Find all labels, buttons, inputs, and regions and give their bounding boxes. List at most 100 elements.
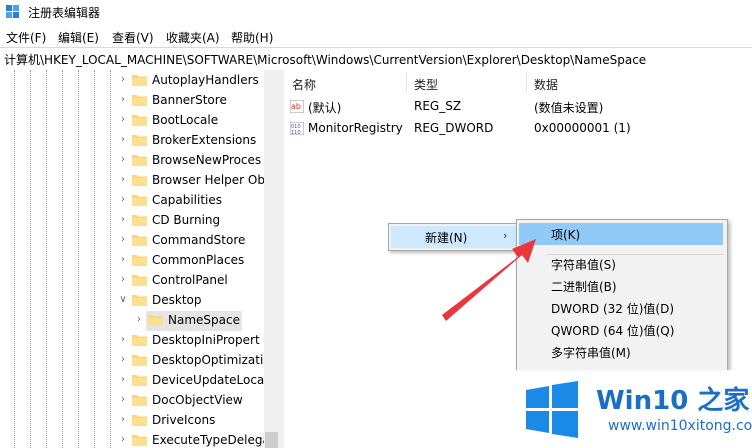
address-path[interactable]: 计算机\HKEY_LOCAL_MACHINE\SOFTWARE\Microsof… [4,51,646,68]
tree-item-label: CD Burning [152,213,221,227]
tree-item[interactable]: › CD Burning [0,211,265,231]
tree-item[interactable]: › NameSpace [0,311,265,331]
chevron-right-icon[interactable]: › [118,374,128,386]
watermark-url: www.win10xitong.com [608,418,752,434]
title-bar: 注册表编辑器 [0,0,752,24]
chevron-right-icon[interactable]: › [118,154,128,166]
tree-item-label: DeviceUpdateLoca [152,373,265,387]
tree-item-label: DriveIcons [152,413,216,427]
column-header-name[interactable]: 名称 [292,76,316,93]
svg-text:110: 110 [291,130,301,135]
chevron-right-icon[interactable]: › [118,214,128,226]
tree-item-label: AutoplayHandlers [152,73,259,87]
tree-item[interactable]: › AutoplayHandlers [0,71,265,91]
submenu-item-qword[interactable]: QWORD (64 位)值(Q) [519,319,723,341]
windows-logo-icon [526,381,578,438]
value-name: MonitorRegistry [308,121,403,135]
folder-icon [132,435,147,446]
menu-view[interactable]: 查看(V) [112,29,154,46]
submenu-item-label: 项(K) [551,228,581,242]
chevron-right-icon[interactable]: › [118,194,128,206]
new-submenu: 项(K) 字符串值(S) 二进制值(B) DWORD (32 位)值(D) QW… [516,219,728,371]
tree-item-label: ExecuteTypeDelega [152,433,265,447]
folder-icon [148,315,163,326]
red-arrow-annotation [442,239,536,321]
chevron-right-icon[interactable]: › [134,314,144,326]
submenu-item-binary[interactable]: 二进制值(B) [519,275,723,297]
value-data: (数值未设置) [534,101,604,115]
tree-item[interactable]: › DriveIcons [0,411,265,431]
tree-item[interactable]: › Browser Helper Ob [0,171,265,191]
column-header-data[interactable]: 数据 [534,76,558,93]
tree-item-label: CommonPlaces [152,253,245,267]
tree-item[interactable]: › ControlPanel [0,271,265,291]
column-divider[interactable] [406,72,407,92]
menu-help[interactable]: 帮助(H) [231,29,273,46]
tree-item[interactable]: › BootLocale [0,111,265,131]
tree-item[interactable]: › BrokerExtensions [0,131,265,151]
tree-item[interactable]: › DocObjectView [0,391,265,411]
registry-editor-icon [6,5,19,18]
submenu-item-label: DWORD (32 位)值(D) [551,302,674,316]
tree-item[interactable]: › BannerStore [0,91,265,111]
tree-item-label: DocObjectView [152,393,243,407]
chevron-right-icon[interactable]: › [118,174,128,186]
chevron-right-icon[interactable]: › [118,134,128,146]
column-divider[interactable] [526,72,527,92]
folder-icon [132,135,147,146]
tree-item[interactable]: › Capabilities [0,191,265,211]
tree-item-label: Capabilities [152,193,222,207]
watermark: Win10 之家 www.win10xitong.com [512,370,752,448]
tree-item-label: BrokerExtensions [152,133,257,147]
value-row[interactable]: ab (默认) REG_SZ (数值未设置) [284,96,752,116]
submenu-item-multistring[interactable]: 多字符串值(M) [519,341,723,363]
tree-item-label: BootLocale [152,113,219,127]
chevron-right-icon[interactable]: › [118,234,128,246]
tree-item[interactable]: › BrowseNewProces [0,151,265,171]
value-data: 0x00000001 (1) [534,121,631,135]
submenu-item-key[interactable]: 项(K) [519,223,723,245]
folder-icon [132,175,147,186]
submenu-item-label: 多字符串值(M) [551,346,631,360]
chevron-right-icon[interactable]: › [118,354,128,366]
tree-item[interactable]: › CommandStore [0,231,265,251]
tree-item-label: NameSpace [168,313,240,327]
submenu-item-string[interactable]: 字符串值(S) [519,253,723,275]
tree-item[interactable]: › ExecuteTypeDelega [0,431,265,448]
address-bar[interactable]: 计算机\HKEY_LOCAL_MACHINE\SOFTWARE\Microsof… [0,47,752,71]
tree-item-label: Browser Helper Ob [152,173,265,187]
tree-item[interactable]: › DesktopIniPropert [0,331,265,351]
chevron-right-icon[interactable]: › [118,74,128,86]
menu-edit[interactable]: 编辑(E) [58,29,99,46]
value-row[interactable]: 010 110 MonitorRegistry REG_DWORD 0x0000… [284,118,752,138]
chevron-right-icon[interactable]: › [118,334,128,346]
chevron-down-icon[interactable]: ∨ [118,294,128,306]
chevron-right-icon[interactable]: › [118,274,128,286]
folder-icon [132,415,147,426]
folder-icon [132,375,147,386]
chevron-right-icon[interactable]: › [118,254,128,266]
tree-item[interactable]: › CommonPlaces [0,251,265,271]
watermark-title: Win10 之家 [596,386,750,416]
key-tree[interactable]: › AutoplayHandlers › BannerStore › BootLocale… [0,70,265,448]
folder-icon [132,335,147,346]
folder-icon [132,275,147,286]
chevron-right-icon[interactable]: › [118,94,128,106]
folder-icon [132,195,147,206]
tree-item[interactable]: ∨ Desktop [0,291,265,311]
tree-item-label: DesktopIniPropert [152,333,260,347]
chevron-right-icon[interactable]: › [118,434,128,446]
menu-favorites[interactable]: 收藏夹(A) [166,29,220,46]
submenu-item-dword[interactable]: DWORD (32 位)值(D) [519,297,723,319]
chevron-right-icon[interactable]: › [118,114,128,126]
value-type: REG_DWORD [414,121,494,135]
column-header-type[interactable]: 类型 [414,76,438,93]
tree-item[interactable]: › DeviceUpdateLoca [0,371,265,391]
panel-splitter[interactable] [264,70,284,448]
folder-icon [132,215,147,226]
menu-file[interactable]: 文件(F) [6,29,46,46]
tree-item[interactable]: › DesktopOptimizati [0,351,265,371]
chevron-right-icon[interactable]: › [118,414,128,426]
chevron-right-icon[interactable]: › [118,394,128,406]
tree-scrollbar[interactable] [265,432,278,448]
